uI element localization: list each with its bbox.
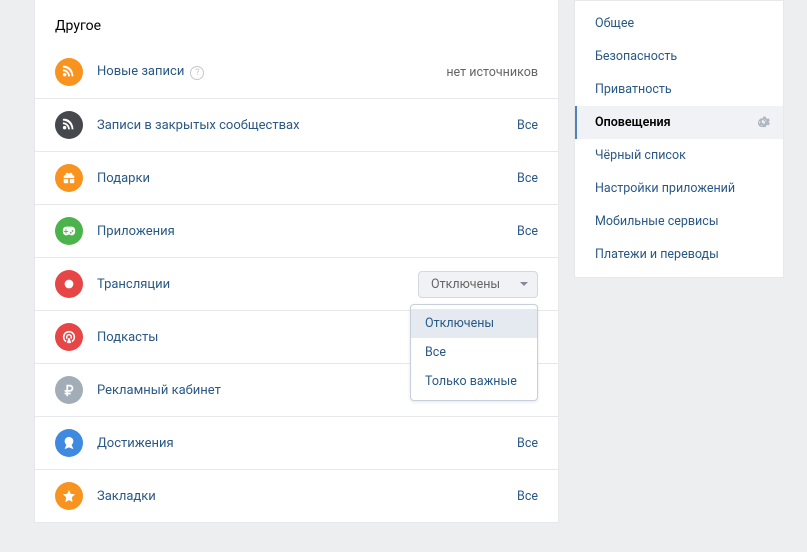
sidebar-item-платежи-и-переводы[interactable]: Платежи и переводы — [575, 238, 783, 271]
sidebar-item-чёрный-список[interactable]: Чёрный список — [575, 139, 783, 172]
live-icon — [55, 270, 83, 298]
apps-icon — [55, 217, 83, 245]
gifts-icon — [55, 164, 83, 192]
settings-section: Другое Новые записи?нет источниковЗаписи… — [34, 0, 559, 523]
setting-label[interactable]: Подарки — [97, 171, 517, 186]
bookmarks-icon — [55, 482, 83, 510]
setting-value-link[interactable]: Все — [517, 224, 538, 239]
setting-label[interactable]: Записи в закрытых сообществах — [97, 118, 517, 133]
dropdown-menu: ОтключеныВсеТолько важные — [410, 304, 538, 401]
setting-row-new_posts: Новые записи?нет источников — [35, 46, 558, 98]
setting-value-link[interactable]: Все — [517, 489, 538, 504]
dropdown-option[interactable]: Отключены — [411, 309, 537, 338]
sidebar-item-мобильные-сервисы[interactable]: Мобильные сервисы — [575, 205, 783, 238]
setting-value: нет источников — [446, 65, 538, 80]
setting-label[interactable]: Достижения — [97, 436, 517, 451]
sidebar-item-настройки-приложений[interactable]: Настройки приложений — [575, 172, 783, 205]
dropdown-live[interactable]: Отключены — [418, 271, 538, 298]
setting-label[interactable]: Новые записи? — [97, 64, 446, 80]
setting-row-gifts: ПодаркиВсе — [35, 151, 558, 204]
dropdown-option[interactable]: Все — [411, 338, 537, 367]
setting-row-apps: ПриложенияВсе — [35, 204, 558, 257]
sidebar-item-безопасность[interactable]: Безопасность — [575, 40, 783, 73]
sidebar-item-оповещения[interactable]: Оповещения — [575, 106, 783, 139]
help-icon[interactable]: ? — [190, 66, 204, 80]
setting-row-live: ТрансляцииОтключеныОтключеныВсеТолько ва… — [35, 257, 558, 310]
setting-label[interactable]: Трансляции — [97, 277, 418, 292]
setting-value-link[interactable]: Все — [517, 171, 538, 186]
ads-icon — [55, 376, 83, 404]
settings-sidebar: ОбщееБезопасностьПриватностьОповещенияЧё… — [574, 0, 784, 278]
gear-icon[interactable] — [757, 114, 771, 132]
new_posts-icon — [55, 58, 83, 86]
setting-row-bookmarks: ЗакладкиВсе — [35, 469, 558, 522]
setting-row-achieve: ДостиженияВсе — [35, 416, 558, 469]
setting-value-link[interactable]: Все — [517, 436, 538, 451]
sidebar-item-приватность[interactable]: Приватность — [575, 73, 783, 106]
sidebar-item-общее[interactable]: Общее — [575, 7, 783, 40]
dropdown-option[interactable]: Только важные — [411, 367, 537, 396]
setting-value-link[interactable]: Все — [517, 118, 538, 133]
achieve-icon — [55, 429, 83, 457]
setting-label[interactable]: Закладки — [97, 489, 517, 504]
section-title: Другое — [35, 0, 558, 46]
closed_posts-icon — [55, 111, 83, 139]
podcasts-icon — [55, 323, 83, 351]
setting-label[interactable]: Приложения — [97, 224, 517, 239]
setting-row-closed_posts: Записи в закрытых сообществахВсе — [35, 98, 558, 151]
